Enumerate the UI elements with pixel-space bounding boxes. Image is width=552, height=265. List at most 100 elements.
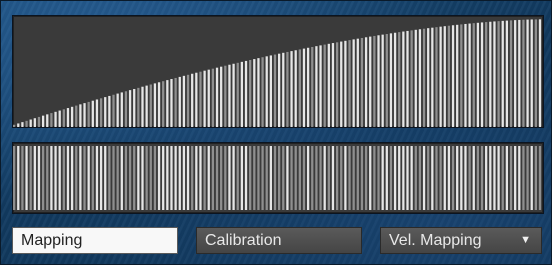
distribution-bar bbox=[141, 146, 144, 210]
distribution-bar bbox=[352, 146, 355, 210]
distribution-bar bbox=[261, 146, 264, 210]
distribution-bar bbox=[112, 146, 115, 210]
distribution-bar bbox=[530, 146, 533, 210]
curve-bar bbox=[174, 77, 177, 127]
curve-bar bbox=[356, 38, 359, 127]
distribution-bar bbox=[79, 146, 82, 210]
curve-bar bbox=[58, 110, 61, 127]
curve-bar bbox=[335, 42, 339, 127]
curve-bar bbox=[278, 53, 281, 127]
curve-bar bbox=[509, 20, 513, 127]
distribution-bar bbox=[418, 146, 422, 210]
curve-bar bbox=[344, 40, 347, 127]
distribution-bar bbox=[21, 146, 24, 210]
curve-bar bbox=[116, 93, 119, 127]
distribution-bar bbox=[364, 146, 368, 210]
distribution-bar bbox=[170, 146, 173, 210]
curve-bar bbox=[145, 85, 148, 127]
distribution-bar bbox=[95, 146, 99, 210]
distribution-bar bbox=[178, 146, 181, 210]
distribution-bar bbox=[319, 146, 322, 210]
curve-bar bbox=[211, 68, 215, 127]
curve-bar bbox=[66, 108, 70, 127]
curve-bar bbox=[253, 59, 256, 127]
distribution-bar bbox=[215, 146, 219, 210]
curve-bar bbox=[340, 41, 343, 127]
distribution-bar bbox=[377, 146, 380, 210]
distribution-bar bbox=[381, 146, 384, 210]
curve-bar bbox=[153, 83, 157, 127]
distribution-bar bbox=[302, 146, 306, 210]
distribution-bar bbox=[87, 146, 90, 210]
curve-bar bbox=[389, 33, 393, 127]
curve-bar bbox=[538, 19, 542, 127]
curve-bar bbox=[37, 116, 41, 127]
distribution-bar bbox=[468, 146, 471, 210]
curve-bar bbox=[476, 22, 480, 127]
velocity-curve-graph[interactable] bbox=[12, 15, 544, 128]
distribution-bar bbox=[373, 146, 376, 210]
curve-bar bbox=[25, 120, 28, 127]
distribution-bar bbox=[157, 146, 161, 210]
distribution-bar bbox=[402, 146, 405, 210]
curve-bar bbox=[501, 20, 504, 127]
curve-bar bbox=[286, 51, 289, 127]
calibration-button[interactable]: Calibration bbox=[196, 227, 362, 254]
distribution-bar bbox=[153, 146, 157, 210]
curve-bar bbox=[224, 65, 227, 127]
distribution-bar bbox=[389, 146, 393, 210]
curve-bar bbox=[178, 76, 181, 127]
curve-bar bbox=[220, 66, 223, 127]
distribution-bar bbox=[166, 146, 169, 210]
curve-bar bbox=[373, 35, 376, 127]
distribution-bar bbox=[244, 146, 248, 210]
distribution-bar bbox=[46, 146, 49, 210]
curve-bar bbox=[385, 33, 388, 127]
distribution-bar bbox=[282, 146, 285, 210]
curve-bar bbox=[360, 37, 364, 127]
distribution-bar bbox=[199, 146, 202, 210]
distribution-bar bbox=[13, 146, 16, 210]
distribution-bar bbox=[54, 146, 57, 210]
distribution-bar bbox=[472, 146, 475, 210]
curve-bar bbox=[377, 35, 380, 127]
curve-bar bbox=[29, 119, 32, 127]
curve-bar bbox=[269, 55, 272, 127]
curve-bar bbox=[302, 48, 306, 127]
curve-bar bbox=[21, 122, 24, 127]
distribution-bar bbox=[501, 146, 504, 210]
velocity-distribution-graph[interactable] bbox=[12, 142, 544, 214]
curve-bar bbox=[104, 97, 107, 127]
distribution-bar bbox=[203, 146, 206, 210]
distribution-bar bbox=[17, 146, 20, 210]
curve-bar bbox=[414, 29, 417, 127]
curve-bar bbox=[522, 19, 525, 127]
distribution-bar bbox=[331, 146, 335, 210]
curve-bar bbox=[497, 21, 500, 127]
distribution-bar bbox=[298, 146, 301, 210]
distribution-bar bbox=[145, 146, 148, 210]
distribution-bar bbox=[273, 146, 277, 210]
curve-bar bbox=[534, 19, 537, 127]
distribution-bar bbox=[306, 146, 310, 210]
curve-bar bbox=[83, 103, 86, 127]
distribution-bar bbox=[497, 146, 500, 210]
distribution-bar bbox=[25, 146, 28, 210]
mapping-button[interactable]: Mapping bbox=[12, 227, 178, 254]
curve-bar bbox=[91, 100, 94, 127]
distribution-bar bbox=[75, 146, 78, 210]
curve-bar bbox=[41, 115, 45, 127]
distribution-bar bbox=[257, 146, 260, 210]
distribution-bar bbox=[149, 146, 152, 210]
distribution-bar bbox=[526, 146, 529, 210]
vel-mapping-dropdown[interactable]: Vel. Mapping ▼ bbox=[380, 227, 542, 254]
curve-bar bbox=[157, 82, 161, 127]
distribution-bar bbox=[335, 146, 339, 210]
curve-bar bbox=[170, 79, 173, 127]
curve-bar bbox=[431, 27, 434, 127]
curve-bar bbox=[439, 26, 442, 127]
distribution-bar bbox=[162, 146, 165, 210]
distribution-bar bbox=[220, 146, 223, 210]
curve-bar bbox=[186, 74, 190, 127]
distribution-bar bbox=[509, 146, 513, 210]
